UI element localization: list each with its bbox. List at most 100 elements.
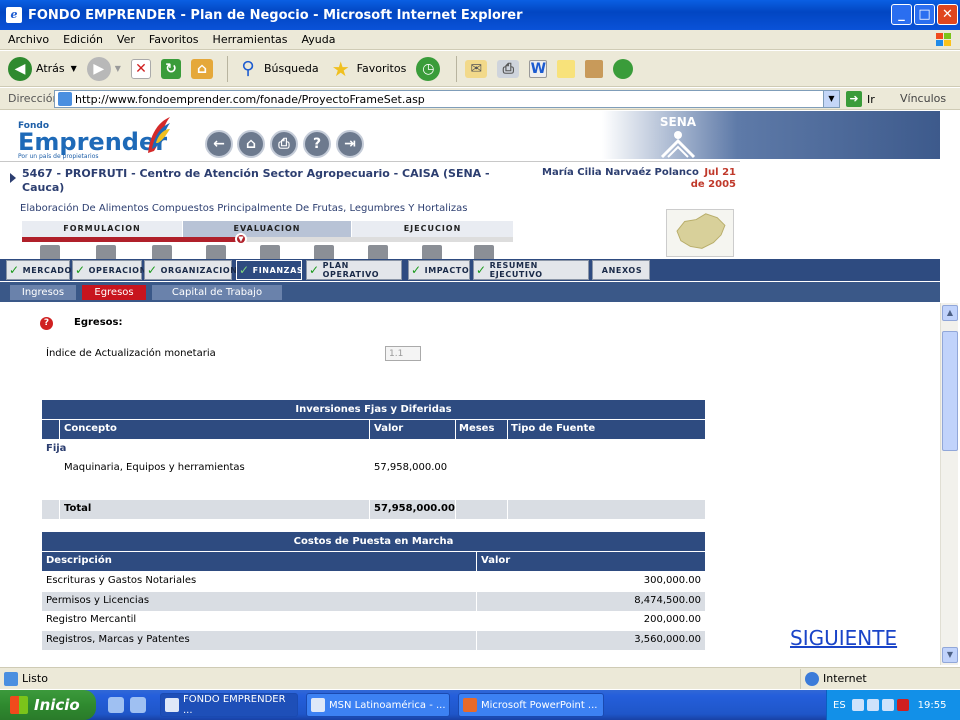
network-icon[interactable]: [866, 699, 879, 711]
help-nav-icon[interactable]: ?: [303, 130, 331, 158]
zone-label: Internet: [823, 672, 867, 685]
back-dropdown-icon[interactable]: ▼: [71, 64, 77, 73]
column-divider: [455, 420, 456, 439]
header-descripcion: Descripción: [46, 555, 112, 566]
tab-finanzas[interactable]: ✓ FINANZAS: [236, 260, 303, 280]
tab-impacto[interactable]: ✓ IMPACTO: [408, 260, 470, 280]
stage-ejecucion[interactable]: EJECUCION: [352, 221, 513, 237]
inversiones-title: Inversiones Fjas y Diferidas: [42, 400, 705, 419]
menu-ayuda[interactable]: Ayuda: [301, 33, 335, 46]
address-input[interactable]: http://www.fondoemprender.com/fonade/Pro…: [54, 90, 840, 108]
project-arrow-icon: [10, 173, 16, 183]
refresh-icon[interactable]: ↻: [160, 58, 181, 79]
module-icon: [206, 245, 226, 259]
search-label: Búsqueda: [263, 62, 319, 75]
print-icon[interactable]: ⎙: [497, 59, 520, 78]
header-concepto: Concepto: [64, 423, 117, 434]
search-button[interactable]: ⚲ Búsqueda: [236, 57, 319, 81]
column-divider: [455, 500, 456, 519]
address-dropdown-icon[interactable]: ▼: [823, 91, 839, 107]
vertical-scrollbar[interactable]: ▲ ▼: [940, 303, 958, 665]
edit-word-icon[interactable]: W: [529, 59, 548, 78]
back-nav-icon[interactable]: ←: [205, 130, 233, 158]
total-label: Total: [64, 503, 92, 514]
header-meses: Meses: [459, 423, 495, 434]
task-msn[interactable]: MSN Latinoamérica - ...: [306, 693, 450, 717]
scroll-up-icon[interactable]: ▲: [942, 305, 958, 321]
start-button[interactable]: Inicio: [0, 690, 96, 720]
row-valor: 8,474,500.00: [634, 595, 701, 606]
messenger-icon[interactable]: [613, 58, 634, 79]
column-divider: [59, 420, 60, 439]
volume-icon[interactable]: [881, 699, 894, 711]
stage-formulacion[interactable]: FORMULACION: [22, 221, 182, 237]
menu-archivo[interactable]: Archivo: [8, 33, 49, 46]
region-map-icon: [666, 209, 734, 257]
menu-ver[interactable]: Ver: [117, 33, 135, 46]
tab-plan-operativo[interactable]: ✓ PLAN OPERATIVO: [306, 260, 402, 280]
subtab-ingresos[interactable]: Ingresos: [10, 285, 76, 300]
favorites-button[interactable]: ★ Favoritos: [329, 57, 407, 81]
forward-dropdown-icon[interactable]: ▼: [115, 64, 121, 73]
home-nav-icon[interactable]: ⌂: [237, 130, 265, 158]
discuss-note-icon[interactable]: [557, 59, 576, 78]
menu-favoritos[interactable]: Favoritos: [149, 33, 199, 46]
tab-mercado[interactable]: ✓ MERCADO: [6, 260, 71, 280]
siguiente-link[interactable]: SIGUIENTE: [790, 626, 897, 650]
exit-nav-icon[interactable]: ⇥: [336, 130, 364, 158]
mail-icon[interactable]: ✉: [465, 59, 488, 78]
tab-operacion[interactable]: ✓ OPERACION: [72, 260, 146, 280]
language-indicator[interactable]: ES: [833, 700, 846, 711]
toolbar-separator: [226, 55, 228, 82]
windows-logo-icon: [936, 33, 951, 46]
address-bar: Dirección http://www.fondoemprender.com/…: [0, 88, 960, 110]
clock[interactable]: 19:55: [918, 700, 947, 711]
stage-evaluacion[interactable]: EVALUACION: [183, 221, 351, 237]
help-icon[interactable]: ?: [40, 317, 53, 330]
go-button[interactable]: ➜ Ir: [846, 91, 875, 107]
header-valor: Valor: [374, 423, 404, 434]
task-fondo-emprender[interactable]: FONDO EMPRENDER ...: [160, 693, 298, 717]
scroll-down-icon[interactable]: ▼: [942, 647, 958, 663]
minimize-button[interactable]: _: [891, 4, 912, 25]
sena-emblem-icon: [660, 131, 696, 159]
maximize-button[interactable]: □: [914, 4, 935, 25]
system-tray: ES 19:55: [826, 690, 960, 720]
row-valor: 300,000.00: [643, 575, 701, 586]
window-title-bar[interactable]: e FONDO EMPRENDER - Plan de Negocio - Mi…: [0, 0, 960, 30]
subtab-egresos[interactable]: Egresos: [82, 285, 146, 300]
close-button[interactable]: ✕: [937, 4, 958, 25]
index-input[interactable]: [385, 346, 421, 361]
tray-expand-icon[interactable]: [851, 699, 864, 711]
row-valor: 3,560,000.00: [634, 634, 701, 645]
links-label[interactable]: Vínculos: [900, 92, 946, 105]
tab-resumen-ejecutivo[interactable]: ✓ RESUMEN EJECUTIVO: [473, 260, 589, 280]
user-name: María Cilia Narvaéz Polanco: [542, 167, 699, 178]
home-icon[interactable]: ⌂: [190, 58, 213, 79]
menu-herramientas[interactable]: Herramientas: [213, 33, 288, 46]
research-icon[interactable]: [585, 59, 604, 78]
print-nav-icon[interactable]: ⎙: [270, 130, 298, 158]
menu-edicion[interactable]: Edición: [63, 33, 103, 46]
favorites-label: Favoritos: [356, 62, 407, 75]
stage-marker-icon: ▼: [235, 233, 247, 245]
task-powerpoint[interactable]: Microsoft PowerPoint ...: [458, 693, 604, 717]
scroll-thumb[interactable]: [942, 331, 958, 451]
standard-toolbar: ◀ Atrás ▼ ▶ ▼ ✕ ↻ ⌂ ⚲ Búsqueda ★ Favorit…: [0, 51, 960, 87]
forward-button[interactable]: ▶ ▼: [86, 56, 121, 81]
start-label: Inicio: [34, 696, 80, 714]
back-arrow-icon: ◀: [8, 56, 32, 81]
go-label: Ir: [867, 92, 875, 106]
subtab-capital-de-trabajo[interactable]: Capital de Trabajo: [152, 285, 282, 300]
tab-anexos[interactable]: ANEXOS: [592, 260, 650, 280]
history-icon[interactable]: ◷: [416, 56, 441, 81]
tab-organizacion[interactable]: ✓ ORGANIZACION: [144, 260, 237, 280]
quicklaunch-ie-icon[interactable]: [108, 697, 124, 713]
stop-icon[interactable]: ✕: [130, 58, 151, 79]
total-value: 57,958,000.00: [374, 503, 455, 514]
tab-label: IMPACTO: [424, 265, 470, 275]
security-alert-icon[interactable]: [896, 699, 909, 711]
row-descripcion: Registro Mercantil: [46, 614, 137, 625]
quicklaunch-desktop-icon[interactable]: [130, 697, 146, 713]
back-button[interactable]: ◀ Atrás ▼: [8, 56, 77, 81]
